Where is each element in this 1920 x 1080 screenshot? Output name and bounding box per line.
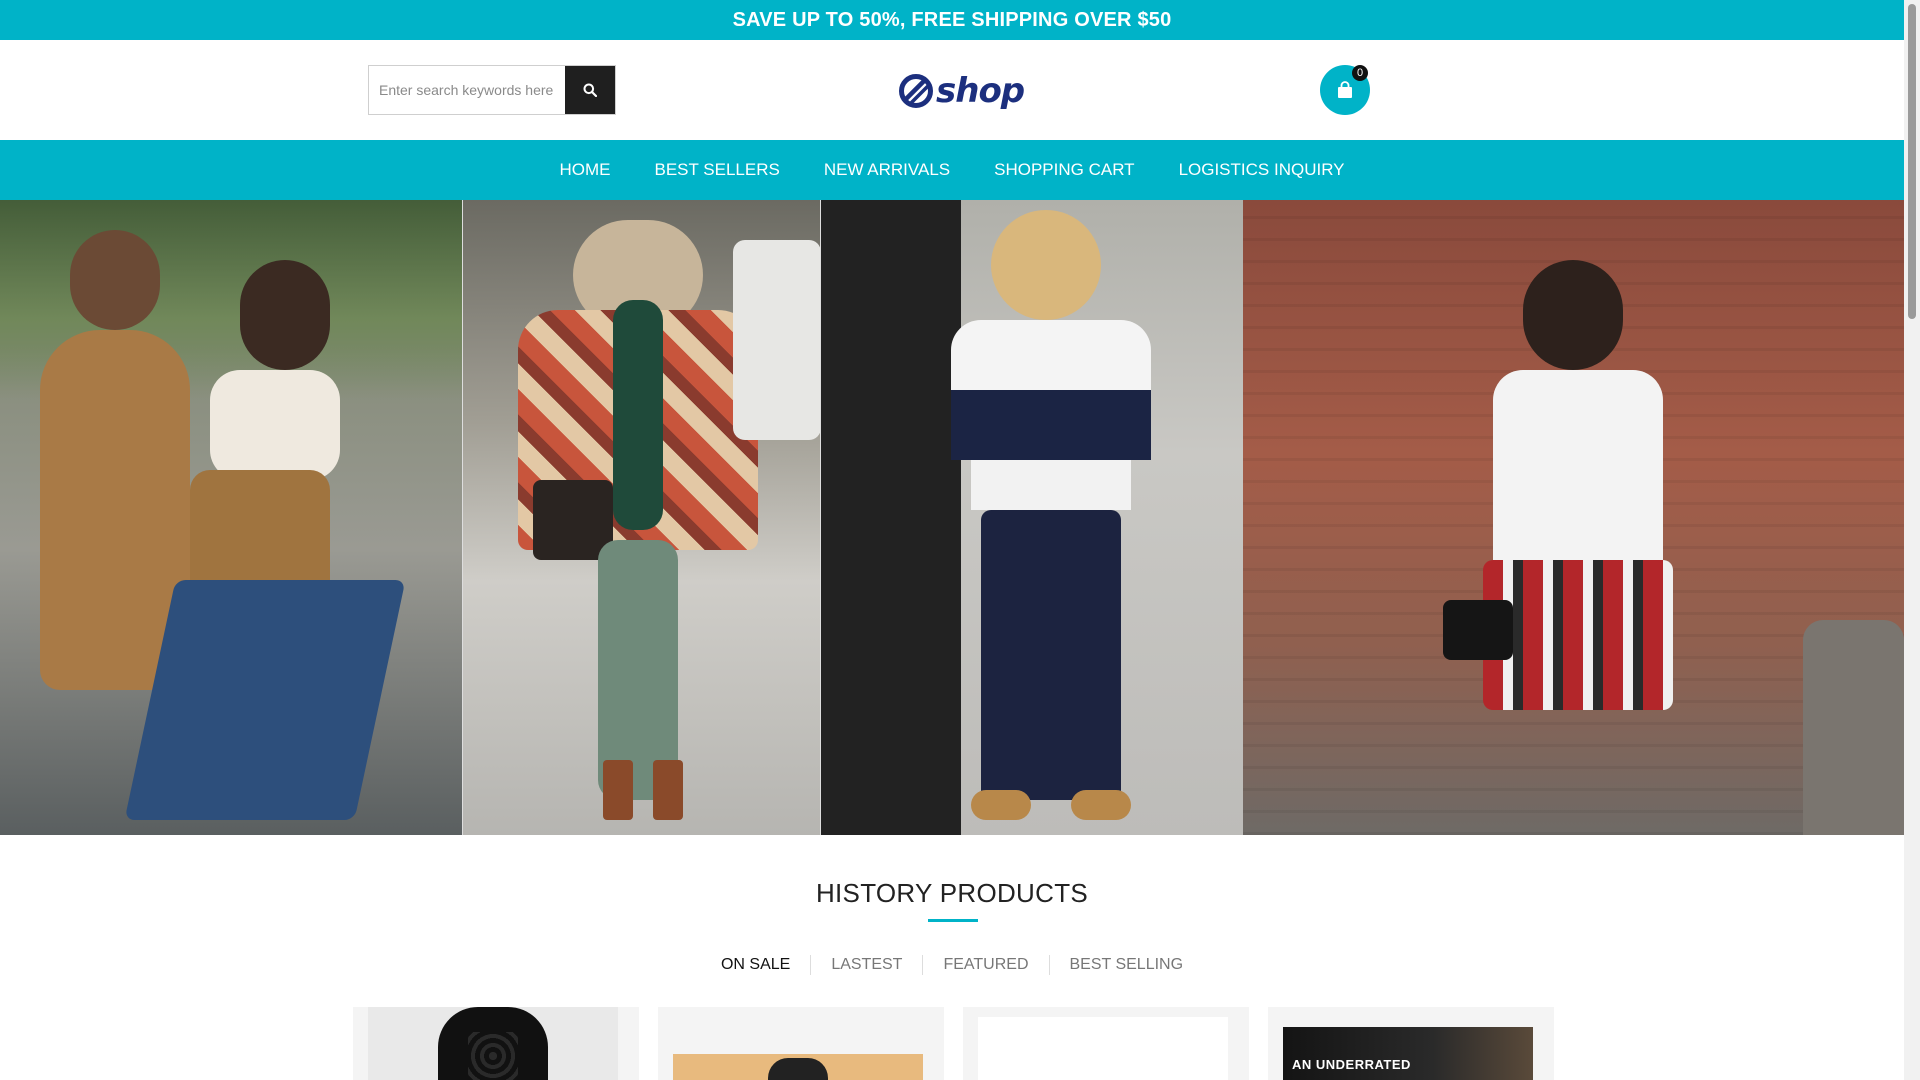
scrollbar-thumb[interactable] xyxy=(1908,4,1916,319)
nav-item-best-sellers[interactable]: BEST SELLERS xyxy=(632,160,801,180)
promo-banner: SAVE UP TO 50%, FREE SHIPPING OVER $50 xyxy=(0,0,1904,40)
product-image-book: AN UNDERRATED xyxy=(1283,1027,1533,1080)
product-grid: AN UNDERRATED xyxy=(353,1007,1554,1080)
site-logo[interactable]: shop xyxy=(898,71,1025,111)
logo-text: shop xyxy=(936,71,1025,111)
product-card[interactable] xyxy=(658,1007,944,1080)
product-card[interactable] xyxy=(353,1007,639,1080)
title-underline xyxy=(928,919,978,922)
search-button[interactable] xyxy=(565,66,615,114)
nav-item-shopping-cart[interactable]: SHOPPING CART xyxy=(972,160,1156,180)
tab-featured[interactable]: FEATURED xyxy=(922,955,1048,975)
search-form xyxy=(368,65,616,115)
nav-item-logistics-inquiry[interactable]: LOGISTICS INQUIRY xyxy=(1157,160,1367,180)
section-title: HISTORY PRODUCTS xyxy=(815,878,1089,908)
product-image-placeholder xyxy=(978,1017,1228,1080)
tab-lastest[interactable]: LASTEST xyxy=(810,955,922,975)
promo-text: SAVE UP TO 50%, FREE SHIPPING OVER $50 xyxy=(732,8,1172,31)
product-image-hoodie xyxy=(368,1007,618,1080)
product-banner-text: AN UNDERRATED xyxy=(1292,1057,1411,1072)
tab-on-sale[interactable]: ON SALE xyxy=(701,955,810,975)
slashed-circle-logo-icon xyxy=(899,74,933,108)
search-icon xyxy=(583,83,597,97)
main-nav: HOME BEST SELLERS NEW ARRIVALS SHOPPING … xyxy=(0,140,1904,200)
product-card[interactable]: AN UNDERRATED xyxy=(1268,1007,1554,1080)
shopping-bag-icon xyxy=(1338,81,1352,98)
hero-banner[interactable] xyxy=(0,200,1904,835)
hero-image-plaid-skirt xyxy=(1243,200,1904,835)
nav-item-new-arrivals[interactable]: NEW ARRIVALS xyxy=(802,160,972,180)
site-header: shop 0 xyxy=(0,40,1904,140)
product-image-bag xyxy=(673,1054,923,1080)
hero-image-plaid-poncho xyxy=(462,200,820,835)
page-scrollbar[interactable] xyxy=(1904,0,1920,1080)
hero-image-striped-tee xyxy=(820,200,1243,835)
hero-image-street-duo xyxy=(0,200,462,835)
nav-item-home[interactable]: HOME xyxy=(537,160,632,180)
search-input[interactable] xyxy=(369,66,565,114)
product-card[interactable] xyxy=(963,1007,1249,1080)
tab-best-selling[interactable]: BEST SELLING xyxy=(1048,955,1204,975)
product-tabs: ON SALE LASTEST FEATURED BEST SELLING xyxy=(0,955,1904,975)
cart-count-badge: 0 xyxy=(1352,65,1368,81)
